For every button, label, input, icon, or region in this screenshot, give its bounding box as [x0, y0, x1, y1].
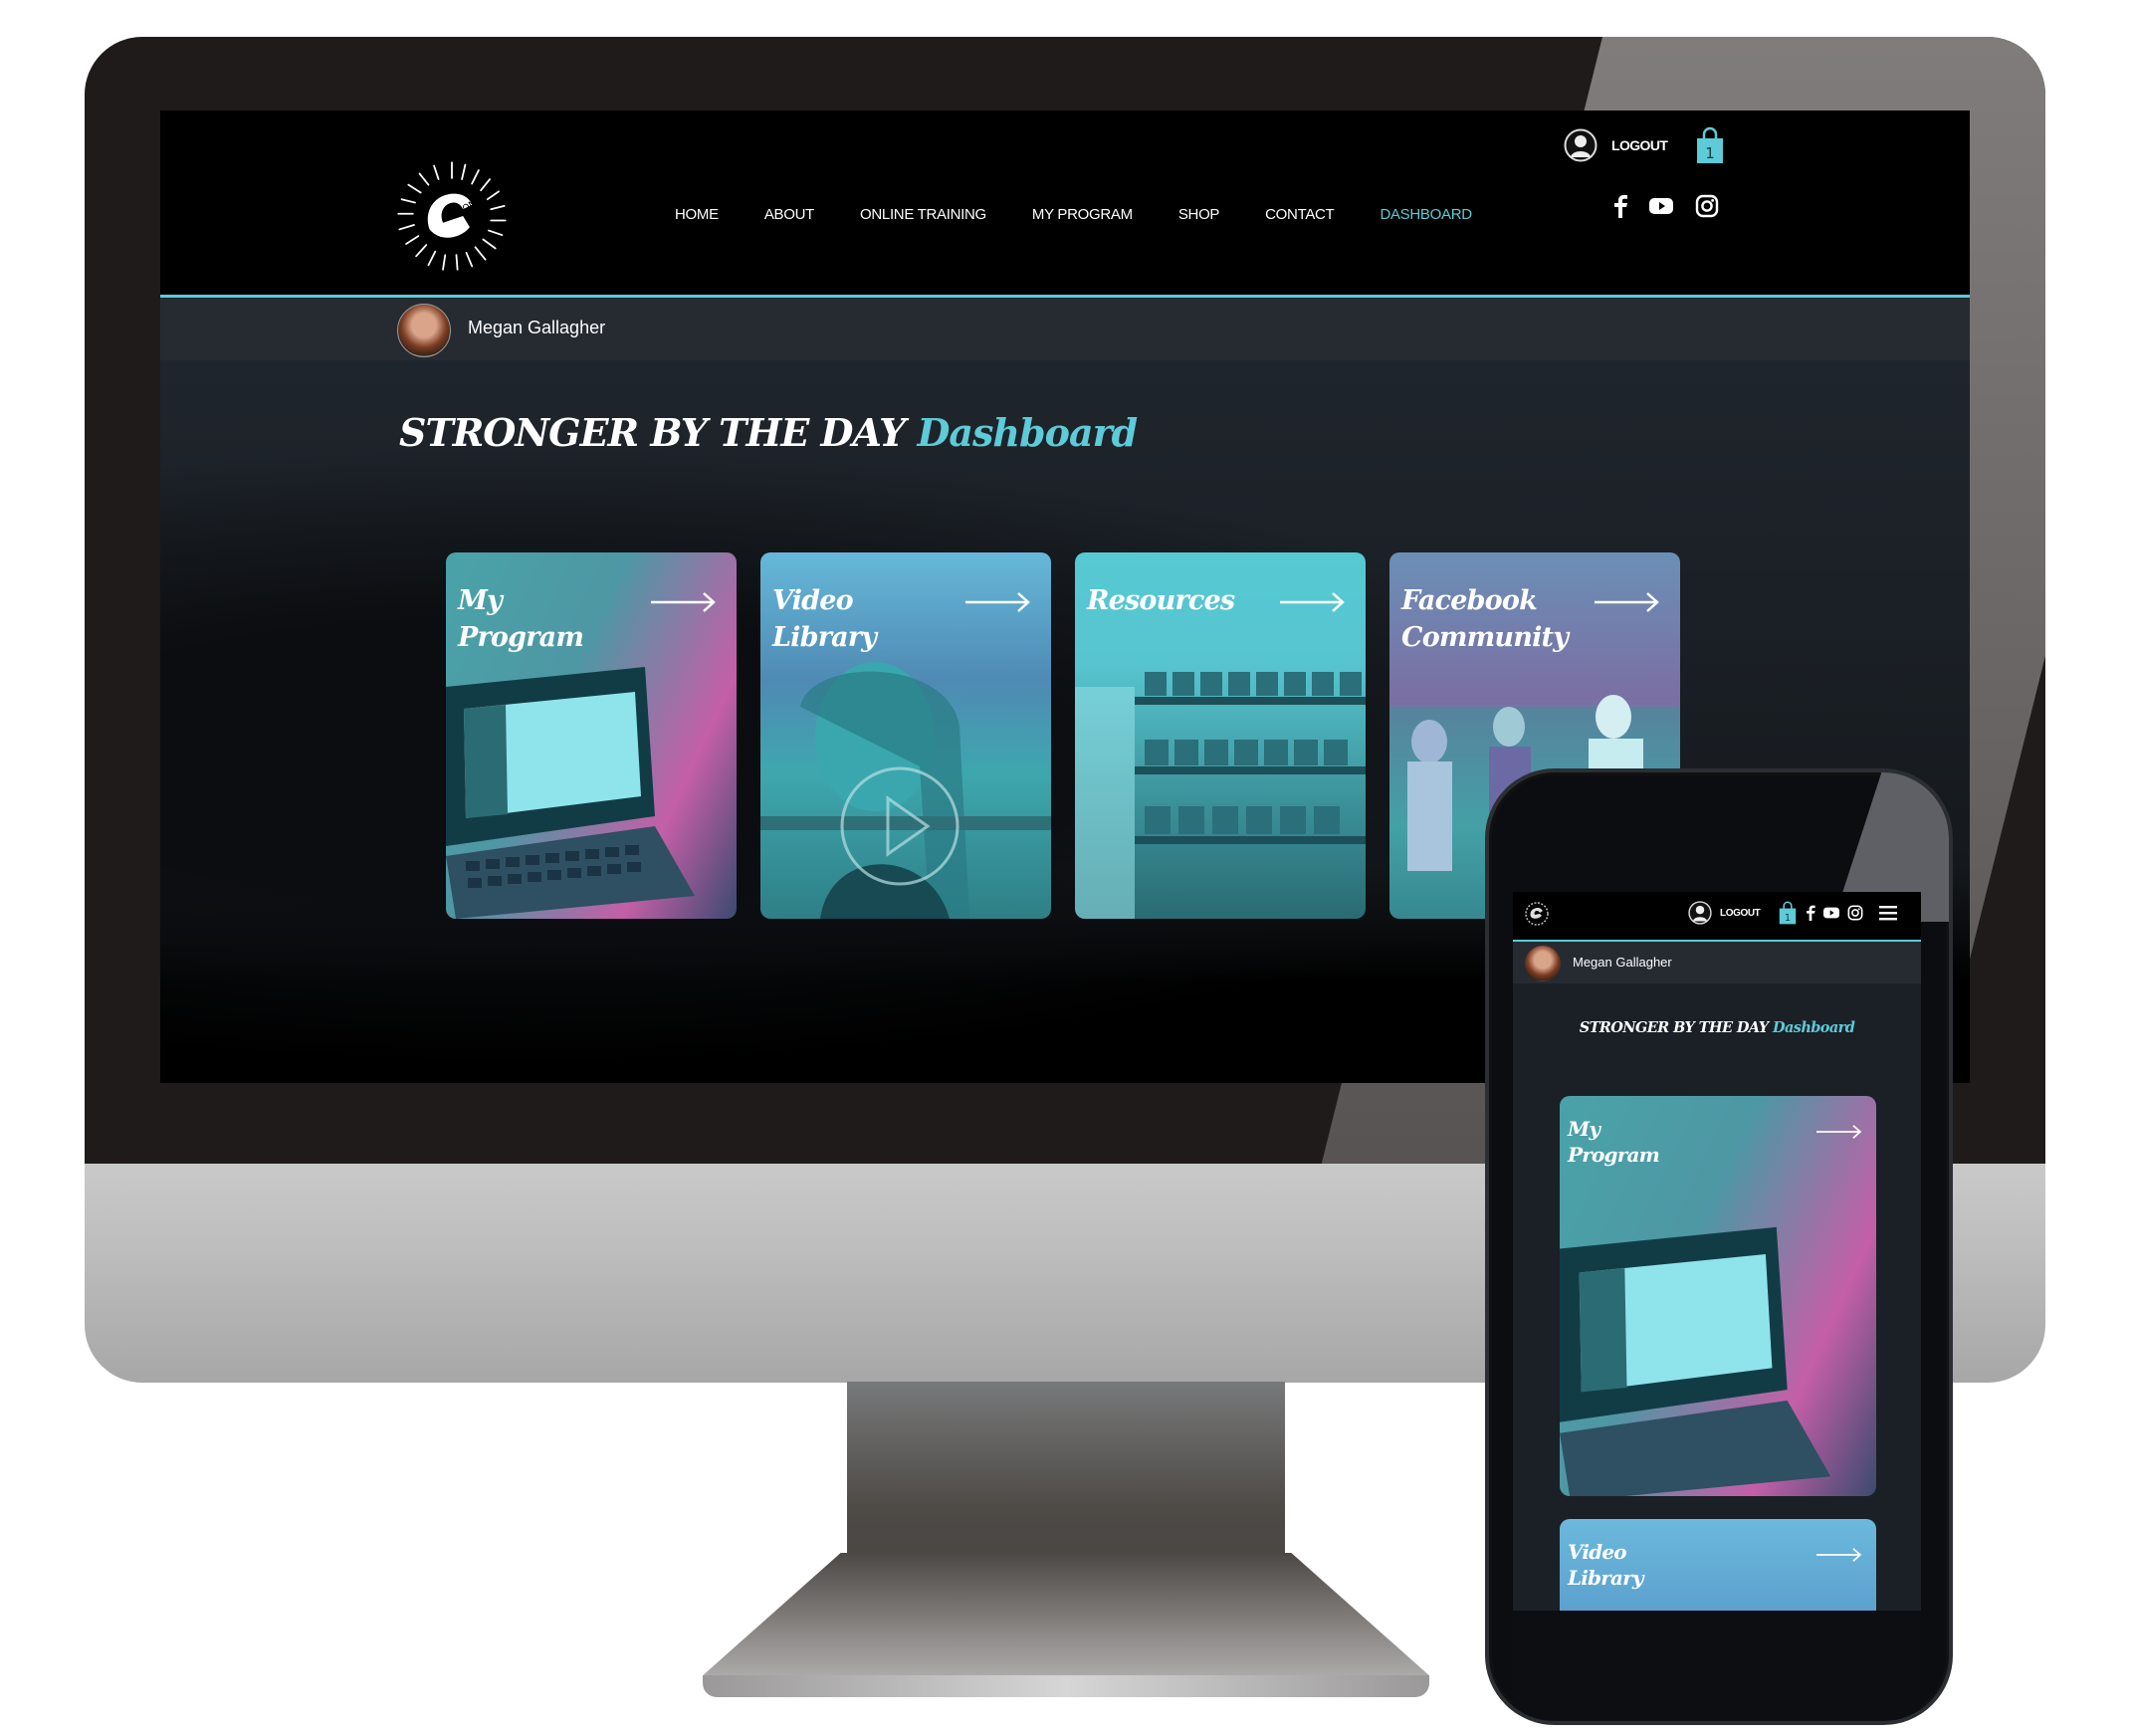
card-title: Video Library — [772, 582, 877, 656]
card-title-line: Facebook — [1401, 585, 1538, 616]
main-menu: HOME ABOUT ONLINE TRAINING MY PROGRAM SH… — [675, 206, 1518, 223]
mobile-account-utilities: LOGOUT 1 — [1688, 901, 1898, 925]
brand-logo-icon[interactable] — [1525, 902, 1549, 926]
youtube-icon[interactable] — [1823, 907, 1840, 919]
mobile-card-video-library[interactable]: Video Library — [1560, 1519, 1876, 1611]
youtube-icon[interactable] — [1649, 197, 1673, 215]
mobile-top-nav: LOGOUT 1 — [1513, 892, 1921, 942]
mobile-card-my-program[interactable]: My Program — [1560, 1096, 1876, 1496]
card-title: My Program — [458, 582, 584, 656]
card-my-program[interactable]: My Program — [446, 552, 737, 919]
user-bar: Megan Gallagher — [160, 298, 1970, 360]
card-title-line: Resources — [1087, 585, 1235, 616]
arrow-right-icon — [1816, 1548, 1862, 1562]
user-account-icon[interactable] — [1564, 128, 1598, 162]
card-video-library[interactable]: Video Library — [760, 552, 1051, 919]
card-title: Facebook Community — [1401, 582, 1569, 656]
instagram-icon[interactable] — [1847, 905, 1863, 921]
mobile-screen: LOGOUT 1 Megan Gallagher STRONGER BY THE… — [1513, 892, 1921, 1611]
card-title: My Program — [1568, 1116, 1660, 1168]
shopping-bag-icon[interactable]: 1 — [1778, 901, 1798, 925]
account-utilities: LOGOUT 1 — [1564, 126, 1725, 164]
card-title-line: My — [458, 585, 503, 616]
monitor-stand-foot — [703, 1553, 1429, 1676]
shopping-bag-icon[interactable]: 1 — [1695, 126, 1725, 164]
nav-about[interactable]: ABOUT — [764, 206, 814, 223]
card-title: Video Library — [1568, 1539, 1644, 1591]
logout-link[interactable]: LOGOUT — [1720, 908, 1761, 919]
page-title: STRONGER BY THE DAY Dashboard — [399, 410, 1138, 455]
nav-shop[interactable]: SHOP — [1178, 206, 1220, 223]
mobile-user-bar: Megan Gallagher — [1513, 942, 1921, 983]
card-title-line: Program — [1568, 1143, 1660, 1167]
dumbbell-rack-image — [1075, 672, 1366, 919]
cart-count: 1 — [1706, 144, 1716, 162]
top-nav: STRONG HOME ABOUT ONLINE TRAINING MY PRO… — [160, 110, 1970, 298]
card-title-line: Library — [772, 622, 877, 653]
user-account-icon[interactable] — [1688, 901, 1712, 925]
monitor-stand-neck — [847, 1382, 1285, 1561]
facebook-icon[interactable] — [1806, 905, 1816, 921]
mobile-page-title: STRONGER BY THE DAY Dashboard — [1513, 1019, 1921, 1036]
logout-link[interactable]: LOGOUT — [1611, 137, 1668, 153]
nav-contact[interactable]: CONTACT — [1265, 206, 1335, 223]
arrow-right-icon — [1280, 592, 1345, 612]
hamburger-menu-icon[interactable] — [1879, 905, 1898, 921]
instagram-icon[interactable] — [1695, 194, 1719, 218]
trainer-video-image — [760, 662, 1051, 919]
card-resources[interactable]: Resources — [1075, 552, 1366, 919]
card-title-line: Community — [1401, 622, 1569, 653]
card-title: Resources — [1087, 582, 1235, 619]
laptop-screen-image — [1560, 1226, 1831, 1496]
page-title-main: STRONGER BY THE DAY — [399, 410, 906, 455]
brand-logo-icon[interactable]: STRONG — [396, 160, 508, 272]
nav-online-training[interactable]: ONLINE TRAINING — [860, 206, 986, 223]
user-name: Megan Gallagher — [468, 318, 606, 337]
phone-device: LOGOUT 1 Megan Gallagher STRONGER BY THE… — [1485, 768, 1953, 1725]
arrow-right-icon — [1816, 1125, 1862, 1139]
cart-count: 1 — [1785, 913, 1791, 924]
phone-bottom-bezel — [1513, 1611, 1921, 1720]
user-avatar[interactable] — [1525, 946, 1561, 981]
nav-my-program[interactable]: MY PROGRAM — [1032, 206, 1133, 223]
arrow-right-icon — [651, 592, 716, 612]
page-title-main: STRONGER BY THE DAY — [1579, 1019, 1769, 1036]
laptop-screen-image — [446, 667, 695, 919]
nav-dashboard[interactable]: DASHBOARD — [1380, 206, 1472, 223]
nav-home[interactable]: HOME — [675, 206, 719, 223]
facebook-icon[interactable] — [1613, 194, 1627, 218]
page-title-accent: Dashboard — [917, 410, 1138, 455]
card-title-line: My — [1568, 1117, 1600, 1141]
card-title-line: Video — [772, 585, 854, 616]
page-title-accent: Dashboard — [1772, 1019, 1855, 1036]
arrow-right-icon — [965, 592, 1030, 612]
social-links — [1613, 194, 1719, 218]
monitor-stand-base — [703, 1675, 1429, 1697]
arrow-right-icon — [1595, 592, 1659, 612]
user-avatar[interactable] — [397, 304, 451, 357]
card-title-line: Video — [1568, 1540, 1627, 1564]
user-name: Megan Gallagher — [1573, 955, 1672, 970]
card-title-line: Library — [1568, 1566, 1644, 1590]
card-title-line: Program — [458, 622, 584, 653]
